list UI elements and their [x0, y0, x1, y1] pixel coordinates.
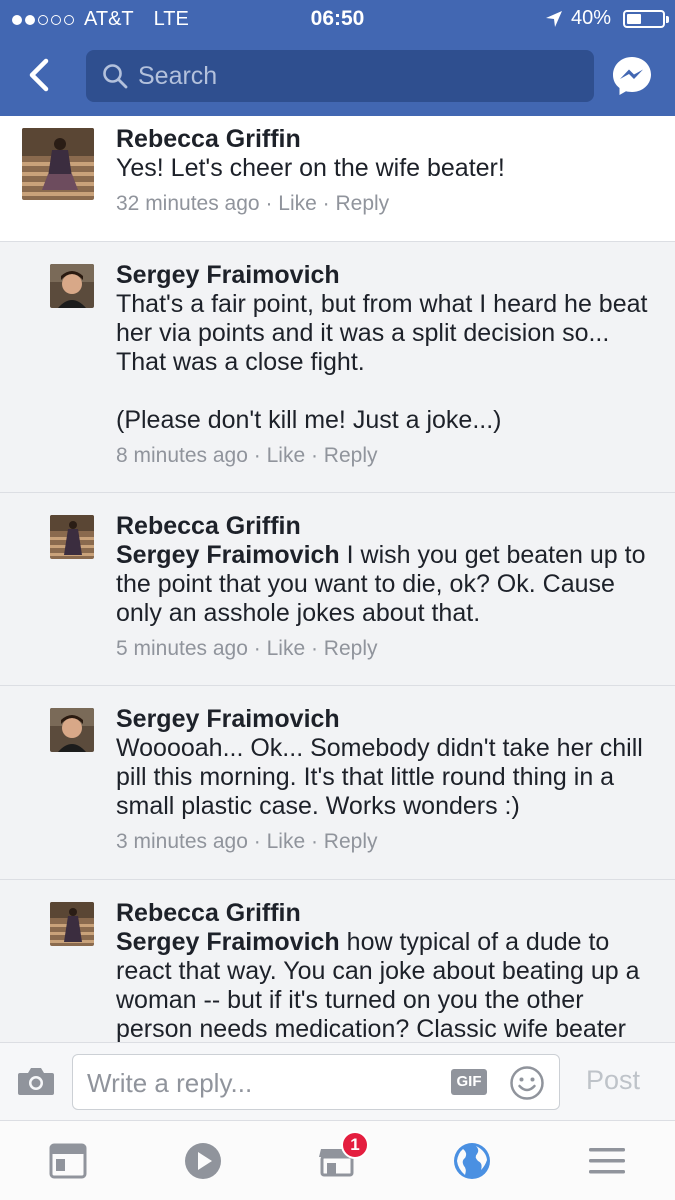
avatar[interactable] — [50, 515, 94, 559]
comment-reply: Rebecca Griffin Sergey Fraimovich I wish… — [0, 493, 675, 686]
comment-reply: Sergey Fraimovich Wooooah... Ok... Someb… — [0, 686, 675, 880]
reply-button[interactable]: Reply — [324, 830, 378, 853]
news-feed-icon[interactable] — [46, 1139, 90, 1183]
reply-button[interactable]: Reply — [324, 637, 378, 660]
avatar[interactable] — [50, 708, 94, 752]
comment-time: 32 minutes ago — [116, 192, 260, 215]
comment-text: Wooooah... Ok... Somebody didn't take he… — [116, 734, 650, 820]
menu-hamburger-icon[interactable] — [585, 1139, 629, 1183]
messenger-icon[interactable] — [611, 55, 653, 97]
comment-text: Yes! Let's cheer on the wife beater! — [116, 154, 505, 182]
comment-reply: Sergey Fraimovich That's a fair point, b… — [0, 242, 675, 493]
status-bar: AT&T LTE 06:50 40% — [0, 0, 675, 38]
post-button[interactable]: Post — [586, 1065, 640, 1096]
battery-icon — [623, 9, 669, 28]
comment-author[interactable]: Sergey Fraimovich — [116, 704, 659, 734]
camera-icon[interactable] — [16, 1065, 56, 1097]
comment-author[interactable]: Rebecca Griffin — [116, 898, 659, 928]
battery-percent: 40% — [570, 7, 611, 29]
avatar[interactable] — [50, 902, 94, 946]
mention-link[interactable]: Sergey Fraimovich — [116, 541, 340, 569]
gif-button[interactable]: GIF — [451, 1069, 487, 1095]
like-button[interactable]: Like — [267, 830, 306, 853]
reply-box[interactable]: GIF — [72, 1054, 560, 1110]
comment-author[interactable]: Sergey Fraimovich — [116, 260, 659, 290]
avatar[interactable] — [22, 128, 94, 200]
top-bar: AT&T LTE 06:50 40% — [0, 0, 675, 116]
search-icon — [103, 64, 128, 89]
tab-marketplace[interactable]: 1 — [315, 1131, 369, 1183]
comment-meta: 8 minutes ago · Like · Reply — [116, 444, 378, 467]
like-button[interactable]: Like — [267, 444, 306, 467]
comment-author[interactable]: Rebecca Griffin — [116, 124, 659, 154]
comment-text: Sergey Fraimovich how typical of a dude … — [116, 928, 659, 1042]
video-play-icon[interactable] — [181, 1139, 225, 1183]
comment-text: That's a fair point, but from what I hea… — [116, 290, 648, 434]
search-input[interactable] — [138, 58, 578, 94]
location-arrow-icon — [545, 10, 562, 27]
reply-input[interactable] — [87, 1065, 437, 1101]
comment-reply: Rebecca Griffin Sergey Fraimovich how ty… — [0, 880, 675, 1042]
back-arrow-icon[interactable] — [20, 55, 60, 95]
reply-button[interactable]: Reply — [324, 444, 378, 467]
mention-link[interactable]: Sergey Fraimovich — [116, 928, 340, 956]
comment-text: Sergey Fraimovich I wish you get beaten … — [116, 541, 659, 628]
like-button[interactable]: Like — [278, 192, 317, 215]
notification-badge: 1 — [341, 1131, 369, 1159]
comment: Rebecca Griffin Yes! Let's cheer on the … — [0, 116, 675, 242]
comment-meta: 32 minutes ago · Like · Reply — [116, 192, 390, 215]
comment-meta: 5 minutes ago · Like · Reply — [116, 637, 378, 660]
reply-composer: GIF Post — [0, 1042, 675, 1120]
reply-button[interactable]: Reply — [335, 192, 389, 215]
avatar[interactable] — [50, 264, 94, 308]
search-bar[interactable] — [86, 50, 594, 102]
comment-thread[interactable]: Rebecca Griffin Yes! Let's cheer on the … — [0, 116, 675, 1042]
comment-time: 3 minutes ago — [116, 830, 248, 853]
comment-time: 8 minutes ago — [116, 444, 248, 467]
comment-meta: 3 minutes ago · Like · Reply — [116, 830, 378, 853]
comment-time: 5 minutes ago — [116, 637, 248, 660]
bottom-tab-bar: 1 — [0, 1120, 675, 1200]
comment-author[interactable]: Rebecca Griffin — [116, 511, 659, 541]
globe-notifications-icon[interactable] — [450, 1139, 494, 1183]
sticker-smile-icon[interactable] — [509, 1065, 545, 1101]
like-button[interactable]: Like — [267, 637, 306, 660]
